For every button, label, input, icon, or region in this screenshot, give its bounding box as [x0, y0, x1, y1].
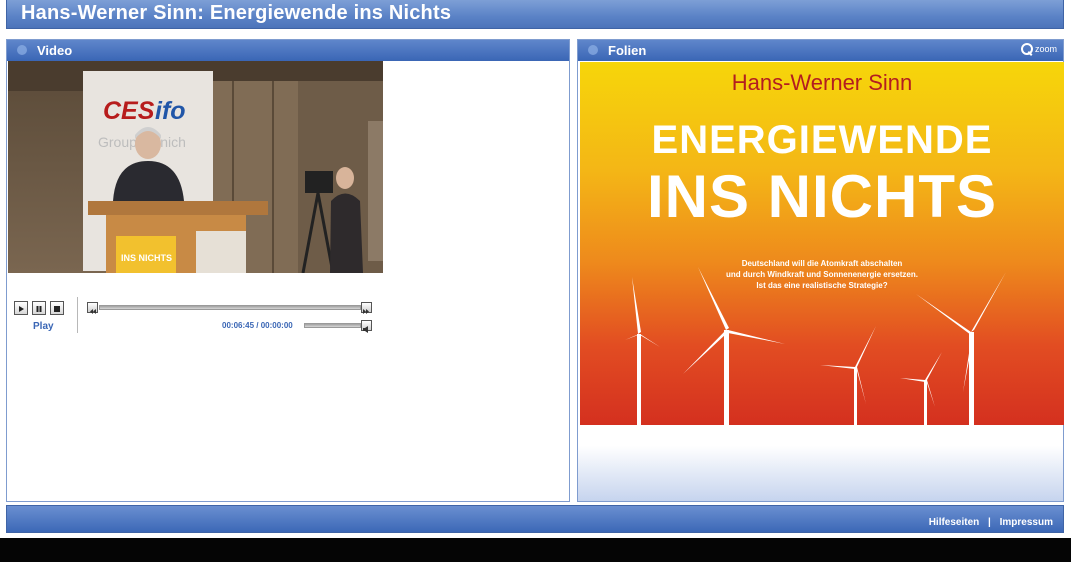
- slides-panel: Folien zoom Hans-Werner Sinn ENERGIEWEND…: [577, 39, 1064, 502]
- help-link[interactable]: Hilfeseiten: [929, 517, 980, 528]
- forward-button[interactable]: [361, 302, 372, 314]
- cesifo-logo: CES: [103, 97, 155, 125]
- video-panel: Video CES ifo Group Munich INS NICHTS Pl…: [6, 39, 570, 502]
- zoom-icon: [1020, 43, 1033, 55]
- footer-separator: |: [988, 517, 991, 528]
- play-label: Play: [33, 321, 54, 332]
- footer-links: Hilfeseiten | Impressum: [929, 517, 1053, 528]
- volume-button[interactable]: [361, 320, 372, 333]
- controls-separator: [77, 297, 78, 333]
- bottom-black-bar: [0, 538, 1071, 562]
- play-button[interactable]: [14, 301, 28, 315]
- panel-dot-icon: [17, 45, 27, 55]
- slides-panel-title: Folien: [608, 43, 647, 58]
- rewind-button[interactable]: [87, 302, 98, 314]
- play-icon: [19, 306, 24, 312]
- svg-text:INS NICHTS: INS NICHTS: [121, 253, 172, 263]
- volume-slider[interactable]: [304, 323, 361, 328]
- pause-icon: [36, 306, 42, 312]
- progress-track[interactable]: [99, 305, 361, 310]
- video-frame-image: CES ifo Group Munich INS NICHTS: [8, 61, 383, 273]
- current-slide[interactable]: Hans-Werner Sinn ENERGIEWENDE INS NICHTS…: [580, 62, 1064, 425]
- stop-icon: [54, 306, 60, 312]
- video-panel-header: Video: [7, 40, 569, 61]
- slides-panel-header: Folien zoom: [578, 40, 1063, 61]
- forward-icon: [363, 309, 369, 314]
- wind-turbines-illustration: [625, 267, 1006, 425]
- volume-icon: [363, 326, 368, 333]
- video-player[interactable]: CES ifo Group Munich INS NICHTS: [8, 61, 383, 273]
- zoom-label: zoom: [1034, 44, 1057, 54]
- svg-text:ifo: ifo: [155, 97, 186, 125]
- time-display: 00:06:45 / 00:00:00: [222, 321, 293, 330]
- footer-bar: Hilfeseiten | Impressum: [6, 505, 1064, 533]
- video-panel-title: Video: [37, 43, 73, 58]
- imprint-link[interactable]: Impressum: [1000, 517, 1053, 528]
- rewind-icon: [90, 309, 96, 314]
- page-title: Hans-Werner Sinn: Energiewende ins Nicht…: [21, 2, 452, 24]
- lecture-player-app: Hans-Werner Sinn: Energiewende ins Nicht…: [0, 0, 1071, 562]
- zoom-button[interactable]: zoom: [1020, 43, 1057, 55]
- panel-dot-icon: [588, 45, 598, 55]
- title-bar: Hans-Werner Sinn: Energiewende ins Nicht…: [6, 0, 1064, 29]
- pause-button[interactable]: [32, 301, 46, 315]
- stop-button[interactable]: [50, 301, 64, 315]
